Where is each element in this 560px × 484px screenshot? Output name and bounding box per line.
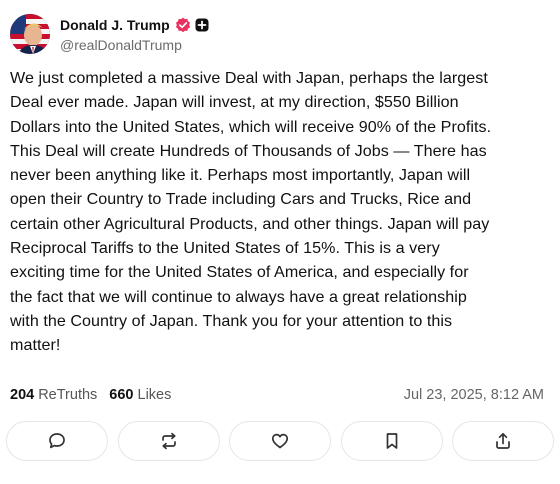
share-upload-icon <box>496 432 510 449</box>
author-display-name[interactable]: Donald J. Trump <box>60 17 170 33</box>
post-stats: 204 ReTruths 660 Likes Jul 23, 2025, 8:1… <box>10 387 550 403</box>
author-name-row: Donald J. Trump <box>60 15 209 35</box>
repost-arrows-icon <box>161 432 176 450</box>
post-text-line: Dollars into the United States, which wi… <box>10 117 492 136</box>
post-timestamp[interactable]: Jul 23, 2025, 8:12 AM <box>404 387 550 403</box>
verified-badge-icon <box>175 17 191 33</box>
post-text-line: This Deal will create Hundreds of Thousa… <box>10 141 487 160</box>
post-card: Donald J. Trump @realDonaldTrump We just… <box>0 0 560 484</box>
author-names: Donald J. Trump @realDonaldTrump <box>60 15 209 53</box>
post-header: Donald J. Trump @realDonaldTrump <box>10 14 209 54</box>
action-bar <box>6 421 554 461</box>
post-body: We just completed a massive Deal with Ja… <box>10 66 550 358</box>
post-text-line: matter! <box>10 336 61 355</box>
post-text-line: We just completed a massive Deal with Ja… <box>10 69 488 87</box>
author-handle[interactable]: @realDonaldTrump <box>60 37 209 53</box>
retruth-button[interactable] <box>117 421 220 461</box>
post-text-line: the fact that we will continue to always… <box>10 287 467 306</box>
reply-button[interactable] <box>6 421 108 461</box>
likes-stat[interactable]: 660 Likes <box>109 387 171 403</box>
post-text-line: open their Country to Trade including Ca… <box>10 190 472 209</box>
plus-square-icon[interactable] <box>195 18 209 32</box>
post-text-line: Deal ever made. Japan will invest, at my… <box>10 93 459 112</box>
post-text-line: Reciprocal Tariffs to the United States … <box>10 239 440 258</box>
retruths-label: ReTruths <box>38 387 98 403</box>
comment-bubble-icon <box>49 433 65 449</box>
post-text-line: certain other Agricultural Products, and… <box>10 214 490 233</box>
likes-count: 660 <box>109 387 134 403</box>
retruths-count: 204 <box>10 387 35 403</box>
share-button[interactable] <box>452 421 554 461</box>
likes-label: Likes <box>137 387 172 403</box>
post-text-line: with the Country of Japan. Thank you for… <box>10 311 453 330</box>
like-button[interactable] <box>229 421 331 461</box>
author-avatar[interactable] <box>10 14 50 54</box>
bookmark-button[interactable] <box>340 421 443 461</box>
post-text-line: exciting time for the United States of A… <box>10 263 469 282</box>
bookmark-icon <box>386 433 397 449</box>
post-text-line: never been anything like it. Perhaps mos… <box>10 166 471 185</box>
avatar-image <box>10 14 50 54</box>
retruths-stat[interactable]: 204 ReTruths <box>10 387 97 403</box>
heart-icon <box>271 433 289 449</box>
